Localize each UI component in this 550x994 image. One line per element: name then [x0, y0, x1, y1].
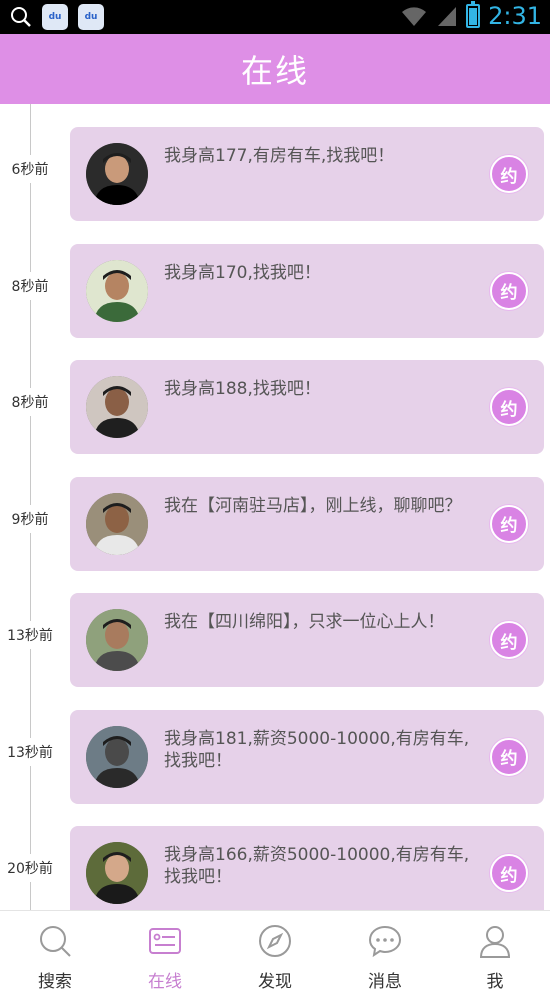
tab-search[interactable]: 搜索	[0, 911, 110, 994]
online-feed[interactable]: 6秒前 我身高177,有房有车,找我吧！约 8秒前 我身高170,找我吧！约 8秒前 我身…	[0, 104, 550, 910]
user-card[interactable]: 我身高177,有房有车,找我吧！ 约	[70, 127, 544, 221]
date-invite-button[interactable]: 约	[490, 854, 528, 892]
avatar[interactable]	[86, 842, 148, 904]
timestamp: 13秒前	[2, 621, 58, 649]
feed-row: 6秒前 我身高177,有房有车,找我吧！ 约	[0, 127, 550, 221]
title-bar: 在线	[0, 34, 550, 104]
compass-icon	[257, 923, 293, 959]
tab-online[interactable]: 在线	[110, 911, 220, 994]
date-invite-button[interactable]: 约	[490, 271, 528, 310]
user-card[interactable]: 我在【河南驻马店】，刚上线，聊聊吧？ 约	[70, 476, 544, 571]
feed-row: 8秒前 我身高188,找我吧！ 约	[0, 360, 550, 454]
user-card[interactable]: 我身高181,薪资5000-10000,有房有车,找我吧！ 约	[70, 709, 544, 804]
clock: 2:31	[488, 2, 542, 30]
signal-icon	[438, 7, 457, 26]
user-message: 我身高177,有房有车,找我吧！	[164, 146, 395, 166]
user-message: 我身高188,找我吧！	[164, 379, 321, 399]
user-message: 我身高166,薪资5000-10000,有房有车,找我吧！	[164, 845, 470, 887]
status-bar-left: du du	[10, 4, 104, 30]
avatar[interactable]	[86, 492, 148, 555]
user-message: 我身高181,薪资5000-10000,有房有车,找我吧！	[164, 728, 470, 771]
tab-label: 消息	[368, 972, 402, 992]
feed-row: 13秒前 我在【四川绵阳】，只求一位心上人！ 约	[0, 593, 550, 687]
date-invite-button[interactable]: 约	[490, 388, 528, 426]
user-message: 我身高170,找我吧！	[164, 262, 321, 283]
feed-row: 9秒前 我在【河南驻马店】，刚上线，聊聊吧？ 约	[0, 476, 550, 571]
search-icon	[10, 6, 32, 28]
date-invite-button[interactable]: 约	[490, 621, 528, 659]
tab-me[interactable]: 我	[440, 911, 550, 994]
avatar[interactable]	[86, 259, 148, 322]
user-card[interactable]: 我身高166,薪资5000-10000,有房有车,找我吧！ 约	[70, 826, 544, 910]
timestamp: 8秒前	[2, 271, 58, 300]
person-icon	[477, 923, 513, 959]
feed-row: 13秒前 我身高181,薪资5000-10000,有房有车,找我吧！ 约	[0, 709, 550, 804]
avatar[interactable]	[86, 376, 148, 438]
user-message: 我在【四川绵阳】，只求一位心上人！	[164, 612, 445, 632]
tab-discover[interactable]: 发现	[220, 911, 330, 994]
tab-messages[interactable]: 消息	[330, 911, 440, 994]
timestamp: 20秒前	[2, 854, 58, 882]
timestamp: 13秒前	[2, 737, 58, 766]
battery-icon	[466, 1, 481, 28]
feed-row: 8秒前 我身高170,找我吧！ 约	[0, 243, 550, 338]
status-bar-right: 2:31	[400, 1, 542, 30]
user-message: 我在【河南驻马店】，刚上线，聊聊吧？	[164, 495, 462, 516]
date-invite-button[interactable]: 约	[490, 504, 528, 543]
user-card[interactable]: 我身高188,找我吧！ 约	[70, 360, 544, 454]
chat-bubble-icon	[367, 923, 403, 959]
feed-row: 20秒前 我身高166,薪资5000-10000,有房有车,找我吧！ 约	[0, 826, 550, 910]
date-invite-button[interactable]: 约	[490, 155, 528, 193]
timestamp: 9秒前	[2, 504, 58, 533]
avatar[interactable]	[86, 143, 148, 205]
avatar[interactable]	[86, 609, 148, 671]
baidu-app-icon: du	[78, 4, 104, 30]
tab-label: 搜索	[38, 972, 72, 992]
timestamp: 6秒前	[2, 155, 58, 183]
status-bar: du du 2:31	[0, 0, 550, 34]
tab-label: 发现	[258, 972, 292, 992]
user-card[interactable]: 我身高170,找我吧！ 约	[70, 243, 544, 338]
tab-label: 我	[486, 972, 504, 992]
user-card[interactable]: 我在【四川绵阳】，只求一位心上人！ 约	[70, 593, 544, 687]
bottom-tab-bar: 搜索 在线 发现 消息 我	[0, 910, 550, 994]
page-title: 在线	[240, 52, 309, 90]
online-list-icon	[147, 923, 183, 959]
avatar[interactable]	[86, 725, 148, 788]
date-invite-button[interactable]: 约	[490, 737, 528, 776]
search-icon	[37, 923, 73, 959]
timestamp: 8秒前	[2, 388, 58, 416]
tab-label: 在线	[148, 972, 182, 992]
wifi-icon	[402, 7, 427, 26]
baidu-app-icon: du	[42, 4, 68, 30]
